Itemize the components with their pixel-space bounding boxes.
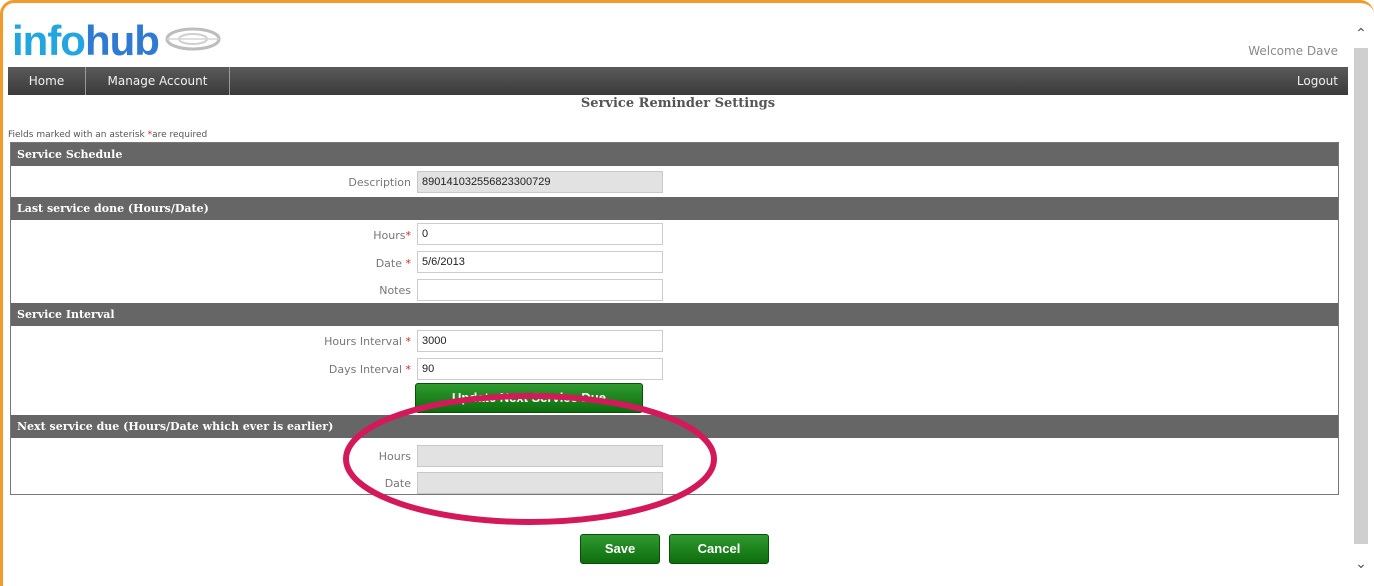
next-hours-field[interactable] (417, 445, 663, 467)
section-header-last-service: Last service done (Hours/Date) (11, 197, 1338, 220)
next-date-field[interactable] (417, 472, 663, 494)
required-asterisk: * (405, 257, 412, 270)
vertical-scrollbar[interactable]: ⌃ ⌄ (1352, 22, 1370, 582)
chevron-down-icon[interactable]: ⌄ (1354, 556, 1368, 572)
required-note-suffix: are required (152, 130, 208, 140)
next-hours-label: Hours (378, 450, 411, 463)
logo-text-hub: hub (84, 17, 160, 64)
logo-text-info: info (12, 17, 86, 64)
description-field[interactable] (417, 171, 663, 193)
welcome-message: Welcome Dave (1248, 44, 1338, 58)
last-hours-input[interactable] (417, 223, 663, 245)
notes-label: Notes (379, 284, 411, 297)
notes-input[interactable] (417, 279, 663, 301)
last-date-label-text: Date (375, 257, 406, 270)
chevron-up-icon[interactable]: ⌃ (1354, 26, 1368, 42)
service-reminder-form: Service Schedule Description Last servic… (10, 142, 1339, 495)
description-label: Description (348, 176, 411, 189)
required-asterisk: * (405, 229, 412, 242)
hours-interval-label: Hours Interval * (111, 335, 411, 348)
app-header: infohub Welcome Dave (8, 14, 1348, 66)
next-date-label: Date (384, 477, 411, 490)
page-title: Service Reminder Settings (580, 96, 776, 111)
days-interval-input[interactable] (417, 358, 663, 380)
days-interval-label-text: Days Interval (328, 363, 406, 376)
section-header-service-interval: Service Interval (11, 303, 1338, 326)
required-fields-note: Fields marked with an asterisk *are requ… (8, 130, 207, 140)
days-interval-label: Days Interval * (111, 363, 411, 376)
last-date-label: Date * (111, 257, 411, 270)
main-navbar: Home Manage Account Logout (8, 67, 1348, 95)
hours-interval-input[interactable] (417, 330, 663, 352)
last-date-input[interactable] (417, 251, 663, 273)
last-hours-label: Hours* (111, 229, 411, 242)
last-hours-label-text: Hours (373, 229, 406, 242)
section-header-service-schedule: Service Schedule (11, 143, 1338, 166)
update-next-service-due-button[interactable]: Update Next Service Due (415, 383, 643, 413)
nav-logout-link[interactable]: Logout (1297, 67, 1338, 95)
save-button[interactable]: Save (580, 534, 660, 564)
cancel-button[interactable]: Cancel (669, 534, 769, 564)
nav-home-link[interactable]: Home (8, 67, 86, 95)
required-note-prefix: Fields marked with an asterisk (8, 130, 148, 140)
nav-manage-account-link[interactable]: Manage Account (86, 67, 230, 95)
scrollbar-thumb[interactable] (1354, 48, 1368, 544)
infohub-logo[interactable]: infohub (12, 16, 160, 66)
section-header-next-service-due: Next service due (Hours/Date which ever … (11, 415, 1338, 438)
required-asterisk: * (405, 363, 412, 376)
hours-interval-label-text: Hours Interval (324, 335, 406, 348)
eye-lens-logo-icon (165, 27, 221, 51)
required-asterisk: * (405, 335, 412, 348)
